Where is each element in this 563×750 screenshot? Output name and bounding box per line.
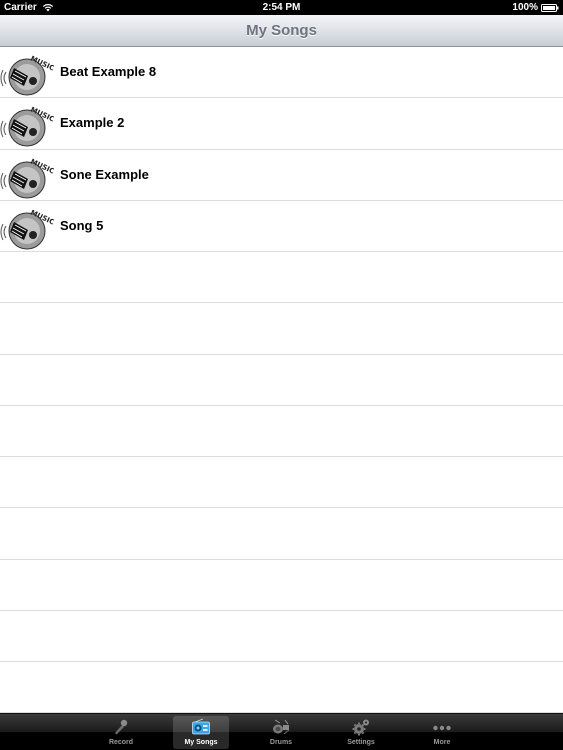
empty-row [0, 508, 563, 560]
battery-icon [541, 3, 559, 12]
status-right: 100% [512, 0, 559, 15]
radio-icon [192, 718, 210, 735]
song-row[interactable]: MUSIC Sone Example [0, 150, 563, 201]
status-time: 2:54 PM [262, 2, 301, 13]
music-guitar-icon: MUSIC [0, 208, 54, 250]
empty-row [0, 662, 563, 713]
song-row[interactable]: MUSIC Beat Example 8 [0, 47, 563, 99]
page-title: My Songs [246, 22, 317, 39]
empty-row [0, 252, 563, 304]
song-title: Sone Example [60, 166, 149, 182]
battery-percent: 100% [512, 2, 538, 13]
tab-my-songs[interactable]: My Songs [173, 716, 229, 749]
microphone-icon [115, 719, 128, 735]
navigation-bar: My Songs [0, 15, 563, 47]
empty-row [0, 611, 563, 662]
music-guitar-icon: MUSIC [0, 106, 54, 147]
drums-icon [273, 719, 290, 735]
tab-drums[interactable]: Drums [253, 716, 309, 749]
more-dots-icon [433, 725, 451, 731]
tab-bar: Record My Songs Drums Settings More [0, 713, 563, 750]
empty-row [0, 355, 563, 406]
music-guitar-icon: MUSIC [0, 55, 54, 96]
empty-row [0, 457, 563, 509]
tab-settings[interactable]: Settings [333, 716, 389, 749]
tab-label: More [433, 739, 451, 746]
tab-label: Record [108, 739, 134, 746]
song-row[interactable]: MUSIC Example 2 [0, 98, 563, 150]
screen: Carrier 2:54 PM 100% My Songs MUSIC Beat… [0, 0, 563, 750]
tab-label: My Songs [184, 739, 218, 746]
music-guitar-icon: MUSIC [0, 157, 54, 198]
tab-more[interactable]: More [414, 716, 470, 749]
empty-row [0, 303, 563, 355]
tab-label: Drums [269, 739, 293, 746]
song-row[interactable]: MUSIC Song 5 [0, 201, 563, 252]
song-list[interactable]: MUSIC Beat Example 8 MUSIC Example 2 MUS… [0, 47, 563, 713]
status-bar: Carrier 2:54 PM 100% [0, 0, 563, 15]
gears-icon [352, 719, 369, 736]
empty-row [0, 560, 563, 611]
song-title: Beat Example 8 [60, 64, 157, 79]
song-title: Example 2 [60, 115, 125, 131]
tab-record[interactable]: Record [93, 716, 149, 749]
song-title: Song 5 [60, 217, 104, 233]
tab-label: Settings [347, 739, 375, 746]
empty-row [0, 406, 563, 457]
